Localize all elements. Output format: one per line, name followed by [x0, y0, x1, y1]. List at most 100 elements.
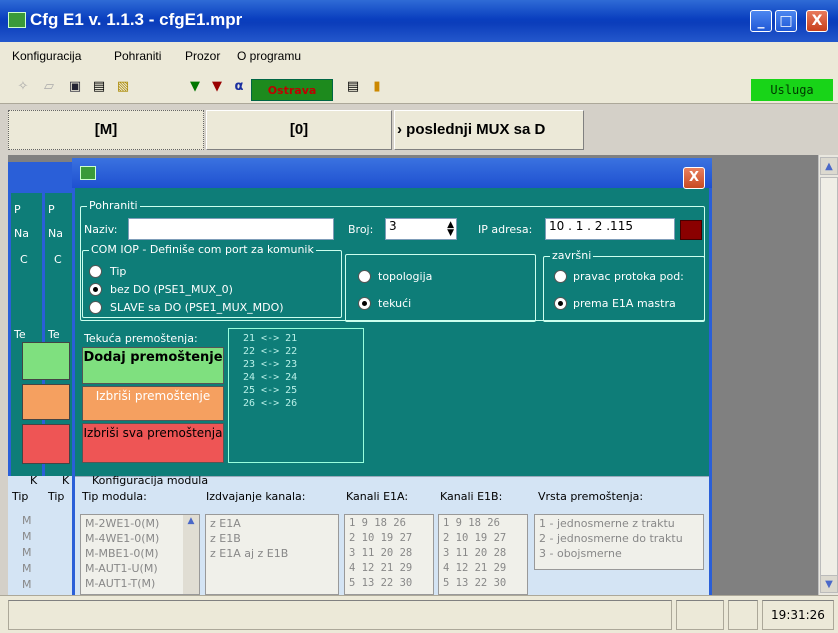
list-item[interactable]: 1 - jednosmerne z traktu	[539, 517, 675, 530]
open-icon[interactable]: ▱	[40, 78, 58, 96]
tab-0[interactable]: [0]	[206, 110, 392, 150]
konfiguracija-group-label: Konfiguracija modula	[92, 474, 209, 487]
bg-label: Te	[48, 328, 60, 341]
list-item[interactable]: z E1A	[210, 517, 241, 530]
title-bar: Cfg E1 v. 1.1.3 - cfgE1.mpr _ □ X	[0, 0, 838, 42]
spinner-arrows-icon[interactable]: ▲ ▼	[447, 221, 454, 238]
menu-bar: Konfiguracija Pohraniti Prozor O program…	[0, 42, 838, 70]
chevron-up-icon[interactable]: ▲	[820, 157, 838, 175]
alpha-icon[interactable]: α	[230, 78, 248, 96]
window-title: Cfg E1 v. 1.1.3 - cfgE1.mpr	[30, 10, 243, 29]
list-item[interactable]: 22 <-> 22	[243, 346, 297, 357]
close-button[interactable]: X	[806, 10, 828, 32]
list-item[interactable]: 2 10 19 27	[443, 532, 506, 544]
zavrsni-group: završni	[543, 249, 705, 322]
list-item[interactable]: 5 13 22 30	[349, 577, 412, 589]
ip-input[interactable]: 10 . 1 . 2 .115	[545, 218, 675, 240]
delete-bridge-button[interactable]: Izbriši premoštenje	[82, 386, 224, 421]
kanali-e1b-list[interactable]: 1 9 18 26 2 10 19 27 3 11 20 28 4 12 21 …	[438, 514, 528, 595]
upload-icon[interactable]: ▼	[208, 78, 226, 96]
properties-icon[interactable]: ▤	[90, 78, 108, 96]
delete-all-bridges-button[interactable]: Izbriši sva premoštenja	[82, 423, 224, 463]
list-item[interactable]: 2 10 19 27	[349, 532, 412, 544]
list-item[interactable]: 4 12 21 29	[349, 562, 412, 574]
naziv-input[interactable]	[128, 218, 334, 240]
list-item[interactable]: 1 9 18 26	[349, 517, 406, 529]
list-item[interactable]: 21 <-> 21	[243, 333, 297, 344]
bg-label: C	[54, 253, 62, 266]
chevron-down-icon[interactable]: ▼	[820, 575, 838, 593]
menu-pohraniti[interactable]: Pohraniti	[114, 49, 161, 63]
bridge-list[interactable]: 21 <-> 21 22 <-> 22 23 <-> 23 24 <-> 24 …	[228, 328, 364, 463]
broj-value: 3	[389, 219, 397, 233]
tab-mux[interactable]: › poslednji MUX sa D	[394, 110, 584, 150]
radio-topologija[interactable]	[358, 270, 371, 283]
list-scrollbar[interactable]: ▲	[183, 515, 199, 594]
radio-prema-e1a[interactable]	[554, 297, 567, 310]
ip-status-indicator	[680, 220, 702, 240]
chevron-up-icon[interactable]: ▲	[184, 516, 198, 530]
bg-list: M M M M M	[22, 514, 32, 591]
tekuca-label: Tekuća premoštenja:	[84, 332, 198, 345]
tip-modula-list[interactable]: M-2WE1-0(M) M-4WE1-0(M) M-MBE1-0(M) M-AU…	[80, 514, 200, 595]
folder-icon[interactable]: ▧	[114, 78, 132, 96]
menu-o-programu[interactable]: O programu	[237, 49, 301, 63]
document-icon[interactable]: ▤	[344, 78, 362, 96]
tab-m[interactable]: [M]	[8, 110, 204, 150]
list-item[interactable]: 3 11 20 28	[443, 547, 506, 559]
list-item[interactable]: M-2WE1-0(M)	[85, 517, 159, 530]
list-item[interactable]: M-MBE1-0(M)	[85, 547, 159, 560]
toolbar: ✧ ▱ ▣ ▤ ▧ ▼ ▼ α ▤ ▮	[0, 70, 838, 104]
list-item[interactable]: M-AUT1-T(M)	[85, 577, 155, 590]
radio-tip[interactable]	[89, 265, 102, 278]
col-izdvajanje-label: Izdvajanje kanala:	[206, 490, 306, 503]
list-item[interactable]: 23 <-> 23	[243, 359, 297, 370]
status-bar: 19:31:26	[0, 595, 838, 633]
dialog-close-button[interactable]: X	[683, 167, 705, 189]
new-icon[interactable]: ✧	[14, 78, 32, 96]
list-item[interactable]: 2 - jednosmerne do traktu	[539, 532, 683, 545]
scrollbar-thumb[interactable]	[820, 177, 838, 577]
bg-label: C	[20, 253, 28, 266]
list-item[interactable]: z E1B	[210, 532, 241, 545]
list-item[interactable]: 24 <-> 24	[243, 372, 297, 383]
izdvajanje-list[interactable]: z E1A z E1B z E1A aj z E1B	[205, 514, 339, 595]
list-item[interactable]: M-4WE1-0(M)	[85, 532, 159, 545]
location-badge[interactable]: Ostrava	[251, 79, 333, 101]
ip-label: IP adresa:	[478, 223, 533, 236]
radio-bez-do[interactable]	[89, 283, 102, 296]
minimize-button[interactable]: _	[750, 10, 772, 32]
list-item[interactable]: 1 9 18 26	[443, 517, 500, 529]
list-item[interactable]: 4 12 21 29	[443, 562, 506, 574]
bg-title-letter-1: P	[14, 203, 21, 216]
download-icon[interactable]: ▼	[186, 78, 204, 96]
menu-prozor[interactable]: Prozor	[185, 49, 220, 63]
exit-icon[interactable]: ▮	[368, 78, 386, 96]
bg-label: Na	[48, 227, 63, 240]
broj-label: Broj:	[348, 223, 374, 236]
list-item[interactable]: M-AUT1-U(M)	[85, 562, 158, 575]
list-item[interactable]: 3 11 20 28	[349, 547, 412, 559]
dialog-icon	[80, 166, 96, 180]
radio-tip-label: Tip	[110, 265, 127, 278]
add-bridge-button[interactable]: Dodaj premoštenje	[82, 347, 224, 384]
list-item[interactable]: 26 <-> 26	[243, 398, 297, 409]
radio-tekuci[interactable]	[358, 297, 371, 310]
vrsta-list[interactable]: 1 - jednosmerne z traktu 2 - jednosmerne…	[534, 514, 704, 570]
list-item[interactable]: 3 - obojsmerne	[539, 547, 622, 560]
maximize-button[interactable]: □	[775, 10, 797, 32]
radio-slave-label: SLAVE sa DO (PSE1_MUX_MDO)	[110, 301, 284, 314]
app-icon	[8, 12, 26, 28]
list-item[interactable]: 5 13 22 30	[443, 577, 506, 589]
save-icon[interactable]: ▣	[66, 78, 84, 96]
list-item[interactable]: 25 <-> 25	[243, 385, 297, 396]
menu-konfiguracija[interactable]: Konfiguracija	[12, 49, 81, 63]
broj-spinner[interactable]: 3 ▲ ▼	[385, 218, 457, 240]
mdi-scrollbar[interactable]: ▲ ▼	[818, 155, 838, 595]
bg-label: Te	[14, 328, 26, 341]
radio-pravac[interactable]	[554, 270, 567, 283]
list-item[interactable]: z E1A aj z E1B	[210, 547, 288, 560]
kanali-e1a-list[interactable]: 1 9 18 26 2 10 19 27 3 11 20 28 4 12 21 …	[344, 514, 434, 595]
radio-slave[interactable]	[89, 301, 102, 314]
pohraniti-group-label: Pohraniti	[87, 199, 140, 212]
